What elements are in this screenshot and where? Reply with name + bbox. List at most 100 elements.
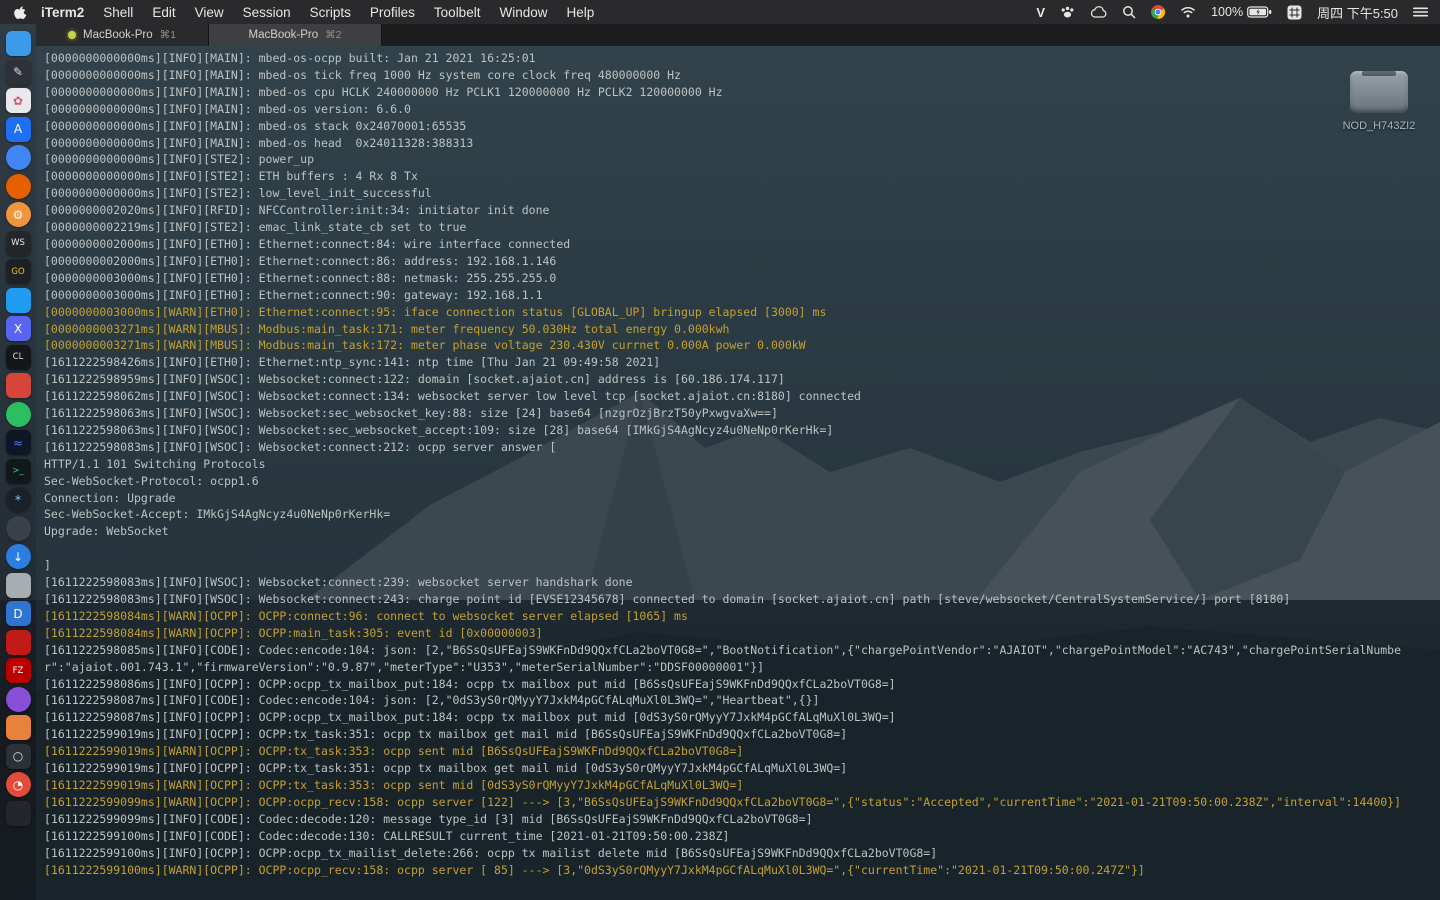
wifi-icon[interactable] [1180, 6, 1196, 18]
v-logo-icon[interactable]: V [1036, 5, 1045, 20]
terminal-line: [1611222598063ms][INFO][WSOC]: Websocket… [44, 422, 834, 437]
dock-item-firefox[interactable] [5, 173, 31, 199]
dock-item-red-blue-app[interactable] [5, 373, 31, 398]
terminal-line: [0000000000000ms][INFO][MAIN]: mbed-os h… [44, 135, 474, 150]
dock-item-terminal-app[interactable]: >_ [5, 458, 31, 484]
menu-item-edit[interactable]: Edit [152, 5, 175, 20]
terminal-line: [0000000000000ms][INFO][MAIN]: mbed-os v… [44, 101, 411, 116]
dock-item-dark-box-app[interactable] [5, 800, 31, 826]
menu-item-session[interactable]: Session [243, 5, 291, 20]
menu-item-iterm2[interactable]: iTerm2 [41, 5, 84, 20]
terminal-line: [1611222598083ms][INFO][WSOC]: Websocket… [44, 439, 557, 454]
terminal-line: [1611222598087ms][INFO][OCPP]: OCPP:ocpp… [44, 710, 896, 725]
input-source-icon[interactable] [1287, 5, 1302, 20]
dock-item-go-app[interactable]: GO [5, 259, 31, 284]
dock-item-orange-box-app[interactable] [5, 715, 31, 740]
tab-1[interactable]: MacBook-Pro ⌘1 [36, 24, 209, 46]
tab-title: MacBook-Pro [82, 29, 153, 41]
disk-label: NOD_H743ZI2 [1342, 120, 1416, 132]
terminal-line: [1611222598083ms][INFO][WSOC]: Websocket… [44, 592, 1291, 606]
menu-item-window[interactable]: Window [499, 5, 547, 20]
tab-shortcut: ⌘1 [159, 29, 176, 41]
dock-item-filezilla[interactable]: FZ [5, 658, 31, 683]
menu-item-profiles[interactable]: Profiles [370, 5, 415, 20]
dock-item-photos[interactable]: ✿ [5, 88, 31, 113]
terminal-line: [1611222599099ms][WARN][OCPP]: OCPP:ocpp… [44, 794, 1402, 809]
dock-item-gray-circle-app[interactable] [5, 515, 31, 541]
battery-indicator[interactable]: 100% [1211, 5, 1272, 19]
chrome-icon[interactable] [1151, 5, 1166, 19]
terminal-output[interactable]: [0000000000000ms][INFO][MAIN]: mbed-os-o… [36, 46, 1440, 900]
battery-percent-label: 100% [1211, 5, 1244, 19]
tab-bar: MacBook-Pro ⌘1 MacBook-Pro ⌘2 [36, 24, 1440, 46]
menu-clock[interactable]: 周四 下午5:50 [1317, 3, 1398, 22]
terminal-line: Connection: Upgrade [44, 490, 176, 505]
dock-item-acrobat[interactable] [5, 629, 31, 655]
dock-item-d-app[interactable]: D [5, 601, 31, 626]
dock-item-design-tool[interactable]: ✎ [5, 59, 31, 85]
terminal-line: [1611222598084ms][WARN][OCPP]: OCPP:conn… [44, 608, 688, 623]
dock-item-dial-app[interactable]: ◔ [5, 772, 31, 797]
dock-item-downloads[interactable]: ↓ [5, 544, 31, 569]
terminal-line: [1611222598087ms][INFO][CODE]: Codec:enc… [44, 693, 820, 708]
menu-item-scripts[interactable]: Scripts [310, 5, 351, 20]
terminal-line: [1611222599019ms][INFO][OCPP]: OCPP:tx_t… [44, 761, 848, 776]
dock-item-ws-app[interactable]: WS [5, 230, 31, 256]
paw-icon[interactable] [1060, 5, 1075, 19]
terminal-line: [0000000003271ms][WARN][MBUS]: Modbus:ma… [44, 321, 730, 336]
menu-items: iTerm2 Shell Edit View Session Scripts Profile… [41, 5, 594, 20]
tab-activity-indicator [67, 31, 76, 39]
dock-item-helm-app[interactable]: * [5, 487, 31, 512]
terminal-line: [0000000002219ms][INFO][STE2]: emac_link… [44, 220, 467, 235]
terminal-line: [0000000002000ms][INFO][ETH0]: Ethernet:… [44, 253, 557, 268]
battery-icon [1247, 6, 1272, 18]
menu-status: V 100% 周四 下午5:50 [1036, 3, 1428, 22]
search-icon[interactable] [1122, 5, 1136, 19]
dock-item-settings-gear[interactable]: ⚙ [5, 202, 31, 227]
cloud-icon[interactable] [1090, 6, 1107, 18]
terminal-line: [0000000000000ms][INFO][MAIN]: mbed-os s… [44, 118, 467, 133]
menu-item-shell[interactable]: Shell [103, 5, 133, 20]
dock-item-app-store[interactable]: A [5, 116, 31, 142]
terminal-line: [1611222599100ms][WARN][OCPP]: OCPP:ocpp… [44, 862, 1145, 877]
terminal-line: ] [44, 558, 51, 573]
terminal-line: [1611222599099ms][INFO][CODE]: Codec:dec… [44, 811, 813, 826]
terminal-line: [1611222598959ms][INFO][WSOC]: Websocket… [44, 372, 785, 387]
tab-2[interactable]: MacBook-Pro ⌘2 [209, 24, 382, 46]
terminal-line: [0000000003000ms][INFO][ETH0]: Ethernet:… [44, 287, 543, 302]
menu-item-view[interactable]: View [195, 5, 224, 20]
dock-item-finder[interactable] [5, 31, 31, 56]
terminal-line: [0000000000000ms][INFO][MAIN]: mbed-os c… [44, 84, 723, 99]
dock-item-cl-app[interactable]: CL [5, 344, 31, 370]
apple-menu-icon[interactable] [14, 5, 27, 20]
menu-bar-left: iTerm2 Shell Edit View Session Scripts Profile… [14, 5, 594, 20]
dock-item-trash[interactable] [5, 572, 31, 598]
removable-drive-icon [1350, 71, 1408, 113]
terminal-line: [0000000003000ms][WARN][ETH0]: Ethernet:… [44, 304, 827, 319]
terminal-line: [0000000000000ms][INFO][STE2]: low_level… [44, 186, 432, 201]
terminal-line: [0000000003271ms][WARN][MBUS]: Modbus:ma… [44, 338, 806, 353]
tab-title: MacBook-Pro [248, 29, 319, 41]
terminal-line: [1611222598062ms][INFO][WSOC]: Websocket… [44, 389, 861, 404]
terminal-line: [1611222598086ms][INFO][OCPP]: OCPP:ocpp… [44, 676, 896, 691]
terminal-line: [0000000000000ms][INFO][MAIN]: mbed-os-o… [44, 51, 536, 65]
terminal-line: [0000000000000ms][INFO][STE2]: power_up [44, 152, 315, 167]
tab-shortcut: ⌘2 [325, 29, 342, 41]
dock-item-purple-app[interactable] [5, 686, 31, 712]
desktop-disk-icon[interactable]: NOD_H743ZI2 [1330, 42, 1428, 132]
menu-item-toolbelt[interactable]: Toolbelt [434, 5, 481, 20]
terminal-line: [0000000002000ms][INFO][ETH0]: Ethernet:… [44, 236, 571, 251]
menu-bar: iTerm2 Shell Edit View Session Scripts Profile… [0, 0, 1440, 24]
dock-item-chrome[interactable] [5, 145, 31, 170]
terminal-line: [0000000002020ms][INFO][RFID]: NFCContro… [44, 203, 550, 218]
terminal-line: [1611222599100ms][INFO][CODE]: Codec:dec… [44, 828, 730, 843]
dock-item-waveform-app[interactable]: ≈ [5, 430, 31, 455]
iterm-window: MacBook-Pro ⌘1 MacBook-Pro ⌘2 [000000000000… [36, 24, 1440, 900]
dock-item-search-app[interactable]: ○ [5, 743, 31, 769]
dock-item-green-app[interactable] [5, 401, 31, 427]
dock-item-vscode[interactable] [5, 287, 31, 313]
notification-center-icon[interactable] [1413, 6, 1428, 18]
menu-item-help[interactable]: Help [566, 5, 594, 20]
dock-item-x-app[interactable]: X [5, 316, 31, 341]
